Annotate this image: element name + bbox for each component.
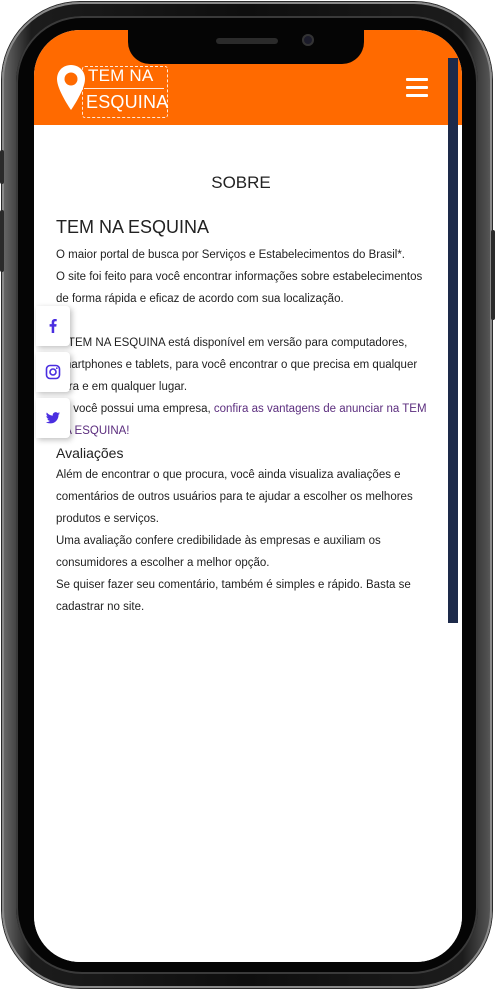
reviews-heading: Avaliações xyxy=(56,445,124,461)
paragraph-1: O maior portal de busca por Serviços e E… xyxy=(56,249,405,261)
side-button-left-2 xyxy=(0,210,4,272)
page-heading: TEM NA ESQUINA xyxy=(56,217,210,237)
facebook-icon xyxy=(49,319,57,333)
front-camera xyxy=(302,34,314,46)
phone-notch xyxy=(128,30,364,64)
instagram-icon xyxy=(45,364,61,380)
twitter-share-button[interactable] xyxy=(36,398,70,438)
logo-divider xyxy=(84,88,164,89)
facebook-share-button[interactable] xyxy=(36,306,70,346)
phone-screen: TEM NA ESQUINA SOBRE TEM NA ESQUINA O ma… xyxy=(34,30,462,962)
paragraph-2: O site foi feito para você encontrar inf… xyxy=(56,271,423,305)
scrollbar[interactable] xyxy=(448,58,458,623)
blank-area xyxy=(34,623,462,962)
paragraph-4-text: Se você possui uma empresa, xyxy=(56,403,214,415)
paragraph-5: Além de encontrar o que procura, você ai… xyxy=(56,469,413,525)
instagram-share-button[interactable] xyxy=(36,352,70,392)
speaker-grille xyxy=(216,38,278,44)
paragraph-7: Se quiser fazer seu comentário, também é… xyxy=(56,579,411,613)
twitter-icon xyxy=(45,412,60,424)
about-content: SOBRE TEM NA ESQUINA O maior portal de b… xyxy=(34,125,448,623)
hamburger-icon xyxy=(406,78,428,81)
logo-text-line2: ESQUINA xyxy=(86,92,169,112)
paragraph-4: Se você possui uma empresa, confira as v… xyxy=(56,398,436,442)
hamburger-menu-button[interactable] xyxy=(406,78,428,98)
side-button-left xyxy=(0,150,4,184)
logo-text-line1: TEM NA xyxy=(88,66,154,85)
paragraph-6: Uma avaliação confere credibilidade às e… xyxy=(56,535,381,569)
section-title: SOBRE xyxy=(211,173,271,192)
side-button-right xyxy=(491,230,495,320)
paragraph-3: O TEM NA ESQUINA está disponível em vers… xyxy=(56,337,418,393)
